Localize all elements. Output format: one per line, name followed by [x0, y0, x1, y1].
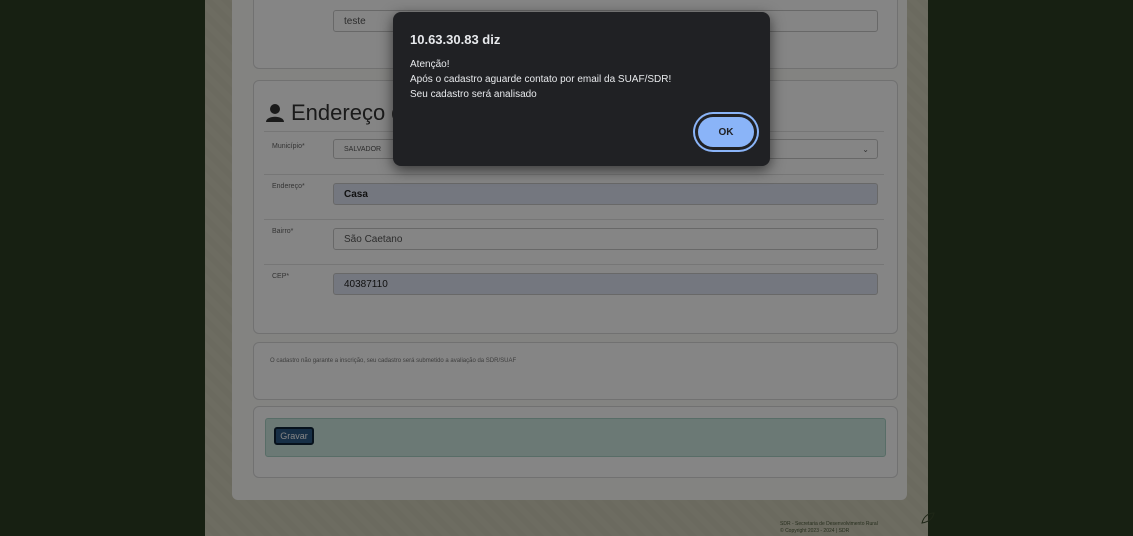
dialog-title: 10.63.30.83 diz [410, 32, 501, 47]
dialog-message: Atenção! Após o cadastro aguarde contato… [410, 59, 672, 100]
alert-dialog: 10.63.30.83 diz Atenção! Após o cadastro… [393, 12, 770, 166]
ok-button[interactable]: OK [698, 117, 754, 147]
